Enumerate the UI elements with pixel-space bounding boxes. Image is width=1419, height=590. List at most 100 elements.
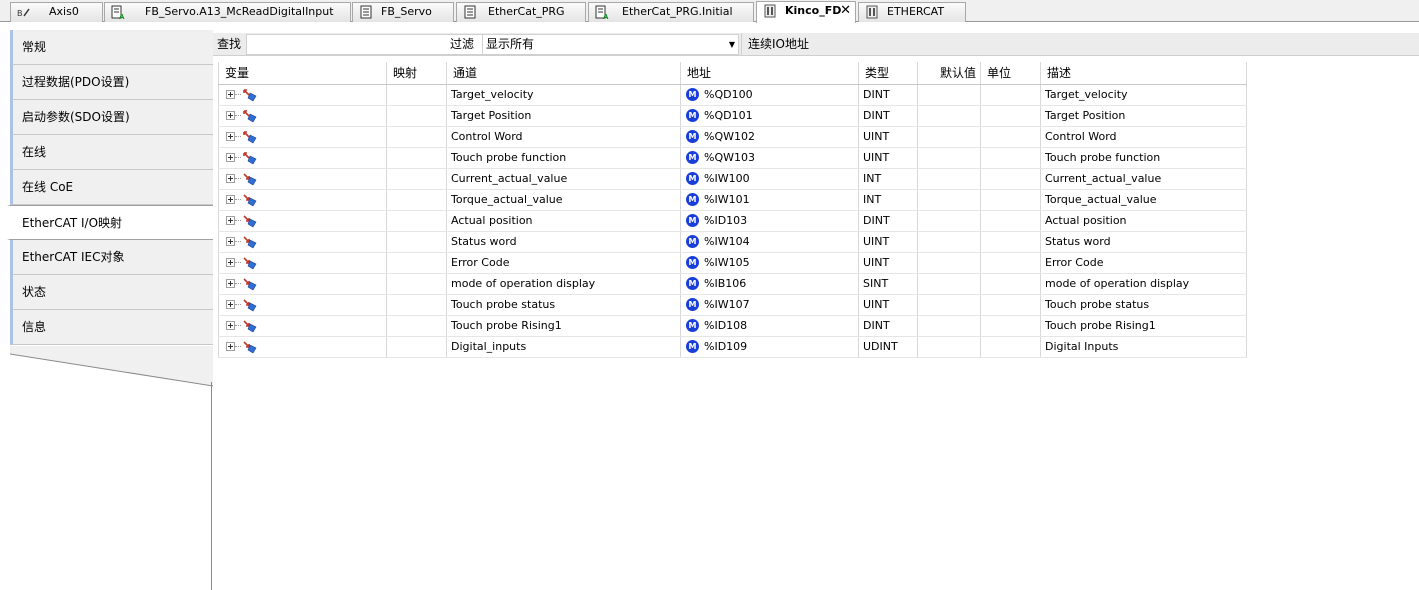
variable-cell[interactable] xyxy=(218,294,387,316)
nav-item-pdo[interactable]: 过程数据(PDO设置) xyxy=(10,65,213,100)
expand-icon[interactable] xyxy=(226,237,235,246)
column-header-default[interactable]: 默认值 xyxy=(917,62,981,85)
variable-cell[interactable] xyxy=(218,336,387,358)
mapping-icon: M xyxy=(686,193,699,207)
channel-cell: Touch probe status xyxy=(446,294,681,316)
variable-cell[interactable] xyxy=(218,252,387,274)
tab-ethercat-prg-initial[interactable]: A EtherCat_PRG.Initial xyxy=(588,2,754,22)
mapping-icon: M xyxy=(686,151,699,165)
table-row[interactable]: Error Code M %IW105 UINT Error Code xyxy=(218,252,1247,274)
address-cell[interactable]: M %QD101 xyxy=(680,105,859,127)
mapping-icon: M xyxy=(686,130,699,144)
expand-icon[interactable] xyxy=(226,195,235,204)
column-header-address[interactable]: 地址 xyxy=(680,62,859,85)
column-header-mapping[interactable]: 映射 xyxy=(386,62,447,85)
column-header-type[interactable]: 类型 xyxy=(858,62,918,85)
table-row[interactable]: Control Word M %QW102 UINT Control Word xyxy=(218,126,1247,148)
expand-icon[interactable] xyxy=(226,321,235,330)
nav-item-online[interactable]: 在线 xyxy=(10,135,213,170)
variable-cell[interactable] xyxy=(218,231,387,253)
variable-cell[interactable] xyxy=(218,273,387,295)
expand-icon[interactable] xyxy=(226,216,235,225)
tab-fb-servo[interactable]: FB_Servo xyxy=(352,2,454,22)
expand-icon[interactable] xyxy=(226,174,235,183)
expand-icon[interactable] xyxy=(226,342,235,351)
table-row[interactable]: Touch probe status M %IW107 UINT Touch pr… xyxy=(218,294,1247,316)
type-cell: DINT xyxy=(858,210,918,232)
nav-item-iec-objects[interactable]: EtherCAT IEC对象 xyxy=(10,240,213,275)
tab-ethercat[interactable]: ETHERCAT xyxy=(858,2,966,22)
expand-icon[interactable] xyxy=(226,132,235,141)
channel-cell: Actual position xyxy=(446,210,681,232)
table-row[interactable]: Touch probe Rising1 M %ID108 DINT Touch p… xyxy=(218,315,1247,337)
filter-bar: 查找 过滤 显示所有 ▼ 连续IO地址 xyxy=(213,33,1419,56)
table-row[interactable]: Actual position M %ID103 DINT Actual posi… xyxy=(218,210,1247,232)
description-cell: mode of operation display xyxy=(1040,273,1247,295)
variable-cell[interactable] xyxy=(218,147,387,169)
nav-item-general[interactable]: 常规 xyxy=(10,30,213,65)
table-row[interactable]: Status word M %IW104 UINT Status word xyxy=(218,231,1247,253)
tab-kinco-fd[interactable]: Kinco_FD ✕ xyxy=(756,1,856,23)
tab-fb-servo-a13[interactable]: A FB_Servo.A13_McReadDigitalInput xyxy=(104,2,351,22)
filter-label: 过滤 xyxy=(450,37,475,51)
address-cell[interactable]: M %ID108 xyxy=(680,315,859,337)
variable-cell[interactable] xyxy=(218,315,387,337)
column-header-unit[interactable]: 单位 xyxy=(980,62,1041,85)
variable-cell[interactable] xyxy=(218,126,387,148)
mapping-icon: M xyxy=(686,277,699,291)
address-cell[interactable]: M %IW107 xyxy=(680,294,859,316)
address-cell[interactable]: M %IW105 xyxy=(680,252,859,274)
channel-cell: Error Code xyxy=(446,252,681,274)
nav-item-online-coe[interactable]: 在线 CoE xyxy=(10,170,213,205)
table-row[interactable]: Digital_inputs M %ID109 UDINT Digital Inp… xyxy=(218,336,1247,358)
channel-cell: Control Word xyxy=(446,126,681,148)
table-row[interactable]: Touch probe function M %QW103 UINT Touch … xyxy=(218,147,1247,169)
table-row[interactable]: mode of operation display M %IB106 SINT m… xyxy=(218,273,1247,295)
column-header-description[interactable]: 描述 xyxy=(1040,62,1247,85)
mapping-icon: M xyxy=(686,172,699,186)
address-cell[interactable]: M %IW101 xyxy=(680,189,859,211)
variable-cell[interactable] xyxy=(218,189,387,211)
address-cell[interactable]: M %QW103 xyxy=(680,147,859,169)
table-row[interactable]: Target Position M %QD101 DINT Target Posi… xyxy=(218,105,1247,127)
address-cell[interactable]: M %ID109 xyxy=(680,336,859,358)
table-row[interactable]: Current_actual_value M %IW100 INT Current… xyxy=(218,168,1247,190)
address-cell[interactable]: M %IB106 xyxy=(680,273,859,295)
input-variable-icon xyxy=(242,256,258,270)
variable-cell[interactable] xyxy=(218,105,387,127)
variable-cell[interactable] xyxy=(218,210,387,232)
column-header-channel[interactable]: 通道 xyxy=(446,62,681,85)
expand-icon[interactable] xyxy=(226,111,235,120)
expand-icon[interactable] xyxy=(226,258,235,267)
continuous-io-address-button[interactable]: 连续IO地址 xyxy=(741,33,1419,55)
input-variable-icon xyxy=(242,340,258,354)
output-variable-icon xyxy=(242,88,258,102)
type-cell: DINT xyxy=(858,105,918,127)
nav-item-io-mapping[interactable]: EtherCAT I/O映射 xyxy=(7,205,213,240)
variable-cell[interactable] xyxy=(218,168,387,190)
tab-ethercat-prg[interactable]: EtherCat_PRG xyxy=(456,2,586,22)
description-cell: Touch probe Rising1 xyxy=(1040,315,1247,337)
address-cell[interactable]: M %ID103 xyxy=(680,210,859,232)
close-tab-icon[interactable]: ✕ xyxy=(840,2,851,20)
type-cell: INT xyxy=(858,189,918,211)
filter-dropdown[interactable]: 显示所有 ▼ xyxy=(482,34,739,55)
default-cell xyxy=(917,336,981,358)
variable-cell[interactable] xyxy=(218,84,387,106)
address-cell[interactable]: M %QW102 xyxy=(680,126,859,148)
nav-item-status[interactable]: 状态 xyxy=(10,275,213,310)
column-header-variable[interactable]: 变量 xyxy=(218,62,387,85)
expand-icon[interactable] xyxy=(226,90,235,99)
nav-item-sdo[interactable]: 启动参数(SDO设置) xyxy=(10,100,213,135)
expand-icon[interactable] xyxy=(226,279,235,288)
expand-icon[interactable] xyxy=(226,153,235,162)
expand-icon[interactable] xyxy=(226,300,235,309)
nav-item-info[interactable]: 信息 xyxy=(10,310,213,345)
table-row[interactable]: Torque_actual_value M %IW101 INT Torque_a… xyxy=(218,189,1247,211)
address-cell[interactable]: M %IW104 xyxy=(680,231,859,253)
tab-axis0[interactable]: B Axis0 xyxy=(10,2,103,22)
table-row[interactable]: Target_velocity M %QD100 DINT Target_velo… xyxy=(218,84,1247,106)
address-cell[interactable]: M %IW100 xyxy=(680,168,859,190)
address-cell[interactable]: M %QD100 xyxy=(680,84,859,106)
mapping-cell xyxy=(386,147,447,169)
